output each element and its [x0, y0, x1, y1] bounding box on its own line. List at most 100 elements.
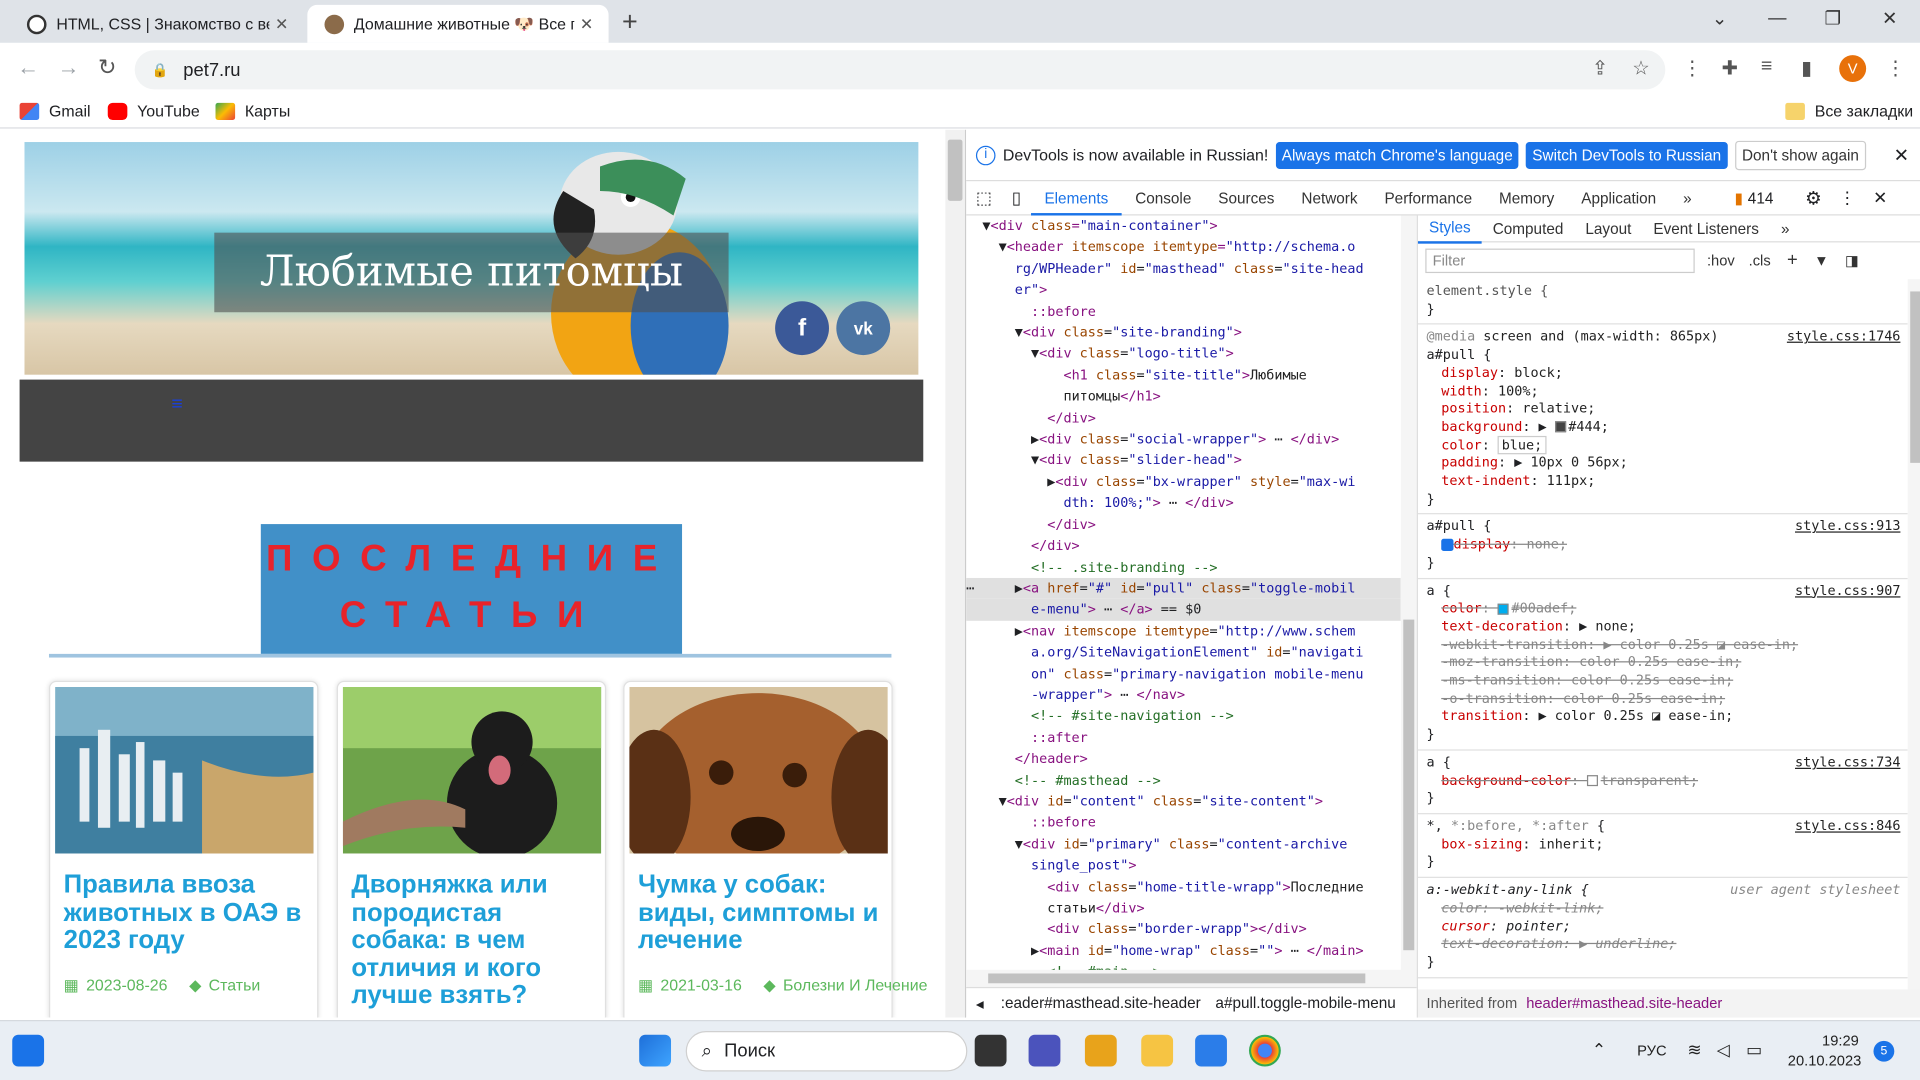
menu-icon[interactable]: ⋮	[1886, 56, 1906, 80]
bookmark-gmail[interactable]: Gmail	[19, 102, 91, 120]
more-tabs-icon[interactable]: »	[1670, 181, 1705, 215]
article-title[interactable]: Правила ввоза животных в ОАЭ в 2023 году	[64, 871, 315, 955]
back-icon[interactable]: ←	[17, 55, 39, 81]
hamburger-menu-icon[interactable]: ≡	[171, 395, 188, 415]
breadcrumb-anchor[interactable]: a#pull.toggle-mobile-menu	[1208, 994, 1403, 1011]
article-card[interactable]: Чумка у собак: виды, симптомы и лечение …	[623, 680, 927, 1018]
styles-scrollbar[interactable]	[1907, 279, 1920, 990]
rule-element-style[interactable]: element.style {}	[1417, 279, 1908, 325]
tab-sources[interactable]: Sources	[1205, 181, 1288, 215]
source-link[interactable]: style.css:907	[1795, 582, 1900, 600]
teams-icon[interactable]	[1028, 1034, 1061, 1067]
tab-styles[interactable]: Styles	[1417, 214, 1482, 244]
dom-node[interactable]: <div class="border-wrapp"></div>	[966, 919, 1401, 940]
tab-elements[interactable]: Elements	[1030, 181, 1122, 215]
tray-chevron-icon[interactable]: ⌃	[1592, 1040, 1606, 1061]
style-rules[interactable]: element.style {} @media screen and (max-…	[1417, 279, 1908, 989]
rule-universal[interactable]: style.css:846 *, *:before, *:after { box…	[1417, 814, 1908, 879]
tab-network[interactable]: Network	[1288, 181, 1371, 215]
new-rule-icon[interactable]: +	[1787, 250, 1798, 271]
styles-filter-input[interactable]: Filter	[1425, 248, 1695, 274]
rule-a-907[interactable]: style.css:907 a { color: #00adef; text-d…	[1417, 579, 1908, 751]
dom-node[interactable]: <h1 class="site-title">Любимые	[966, 365, 1401, 386]
tab-search-chevron-icon[interactable]: ⌄	[1712, 7, 1727, 30]
restore-icon[interactable]: ❐	[1825, 7, 1841, 30]
dom-node[interactable]: ▼<div class="main-container">	[966, 216, 1401, 237]
issues-count[interactable]: 414	[1748, 189, 1774, 206]
tab-memory[interactable]: Memory	[1486, 181, 1568, 215]
article-category[interactable]: Болезни И Лечение	[783, 976, 927, 994]
scrollbar-thumb[interactable]	[988, 973, 1366, 984]
media-icon[interactable]: ≡	[1761, 56, 1772, 78]
rule-user-agent[interactable]: user agent stylesheet a:-webkit-any-link…	[1417, 878, 1908, 978]
source-link[interactable]: style.css:1746	[1787, 329, 1901, 347]
profile-avatar[interactable]: V	[1839, 55, 1867, 83]
settings-gear-icon[interactable]: ⚙	[1805, 187, 1821, 209]
dom-node[interactable]: ▼<div id="primary" class="content-archiv…	[966, 834, 1401, 855]
chrome-icon[interactable]	[1248, 1034, 1281, 1067]
crumb-left-arrow-icon[interactable]: ◂	[966, 994, 993, 1012]
wifi-icon[interactable]: ≋	[1687, 1040, 1701, 1061]
page-scrollbar[interactable]	[945, 129, 965, 1018]
start-icon[interactable]	[639, 1034, 672, 1067]
dom-scrollbar[interactable]	[1400, 215, 1417, 987]
source-link[interactable]: style.css:913	[1795, 518, 1900, 536]
tab-html-css[interactable]: HTML, CSS | Знакомство с веб- ✕	[10, 5, 304, 43]
volume-icon[interactable]: ◁	[1717, 1040, 1730, 1061]
bookmark-youtube[interactable]: YouTube	[107, 102, 200, 120]
share-icon[interactable]: ⇪	[1592, 56, 1608, 80]
minimize-icon[interactable]: —	[1768, 7, 1786, 28]
article-title[interactable]: Дворняжка или породистая собака: в чем о…	[351, 871, 602, 1010]
paint-icon[interactable]: ▼	[1814, 252, 1829, 269]
close-tab-icon[interactable]: ✕	[269, 14, 293, 34]
address-bar[interactable]: 🔒 pet7.ru	[134, 50, 1666, 90]
dom-node[interactable]: ▼<div class="logo-title">	[966, 343, 1401, 364]
dom-node[interactable]: ▶<div class="social-wrapper"> ⋯ </div>	[966, 429, 1401, 450]
tab-event-listeners[interactable]: Event Listeners	[1642, 215, 1770, 242]
scrollbar-thumb[interactable]	[947, 139, 963, 201]
breadcrumb-header[interactable]: :eader#masthead.site-header	[993, 994, 1208, 1011]
dom-node[interactable]: ▼<div class="slider-head">	[966, 450, 1401, 471]
taskbar-search[interactable]: ⌕ Поиск	[685, 1031, 968, 1072]
task-manager-icon[interactable]	[974, 1034, 1007, 1067]
switch-language-button[interactable]: Switch DevTools to Russian	[1526, 141, 1728, 169]
all-bookmarks[interactable]: Все закладки	[1785, 102, 1913, 120]
article-title[interactable]: Чумка у собак: виды, симптомы и лечение	[638, 871, 889, 955]
dom-node[interactable]: ::before	[966, 812, 1401, 833]
new-tab-button[interactable]: +	[622, 6, 638, 38]
vk-icon[interactable]: vk	[836, 301, 891, 356]
close-tab-icon[interactable]: ✕	[574, 14, 598, 34]
match-language-button[interactable]: Always match Chrome's language	[1275, 141, 1519, 169]
article-card[interactable]: Дворняжка или породистая собака: в чем о…	[336, 680, 607, 1018]
hov-toggle[interactable]: :hov	[1707, 252, 1735, 269]
dom-horizontal-scrollbar[interactable]	[966, 969, 1417, 987]
dom-node[interactable]: ::before	[966, 301, 1401, 322]
dom-node[interactable]: ▼<div id="content" class="site-content">	[966, 791, 1401, 812]
bookmark-maps[interactable]: Карты	[215, 102, 290, 120]
tab-application[interactable]: Application	[1568, 181, 1670, 215]
rule-a-734[interactable]: style.css:734 a { background-color: tran…	[1417, 750, 1908, 815]
more-style-tabs-icon[interactable]: »	[1770, 215, 1801, 242]
language-indicator[interactable]: РУС	[1637, 1042, 1666, 1059]
dom-node[interactable]: <div class="home-title-wrapp">Последние	[966, 876, 1401, 897]
dom-node[interactable]: ▶<main id="home-wrap" class=""> ⋯ </main…	[966, 940, 1401, 961]
inherited-selector[interactable]: header#masthead.site-header	[1526, 994, 1722, 1011]
article-card[interactable]: Правила ввоза животных в ОАЭ в 2023 году…	[48, 680, 319, 1018]
dom-node[interactable]: ::after	[966, 727, 1401, 748]
notification-badge[interactable]: 5	[1873, 1040, 1895, 1062]
facebook-icon[interactable]: f	[775, 301, 829, 356]
scrollbar-thumb[interactable]	[1910, 291, 1920, 463]
store-icon[interactable]	[1195, 1034, 1227, 1067]
close-infobar-icon[interactable]: ✕	[1894, 144, 1909, 167]
dom-node[interactable]: ▼<div class="site-branding">	[966, 322, 1401, 343]
devtools-menu-icon[interactable]: ⋮	[1839, 187, 1856, 208]
dont-show-button[interactable]: Don't show again	[1734, 140, 1867, 170]
tab-performance[interactable]: Performance	[1371, 181, 1486, 215]
side-panel-icon[interactable]: ▮	[1801, 56, 1812, 80]
rule-media-pull[interactable]: @media screen and (max-width: 865px) sty…	[1417, 325, 1908, 515]
task-view-icon[interactable]	[12, 1034, 45, 1067]
tab-pets[interactable]: Домашние животные 🐶 Все п ✕	[307, 4, 609, 43]
clock-date[interactable]: 20.10.2023	[1788, 1052, 1862, 1069]
cls-toggle[interactable]: .cls	[1749, 252, 1771, 269]
article-category[interactable]: Статьи	[209, 976, 261, 994]
